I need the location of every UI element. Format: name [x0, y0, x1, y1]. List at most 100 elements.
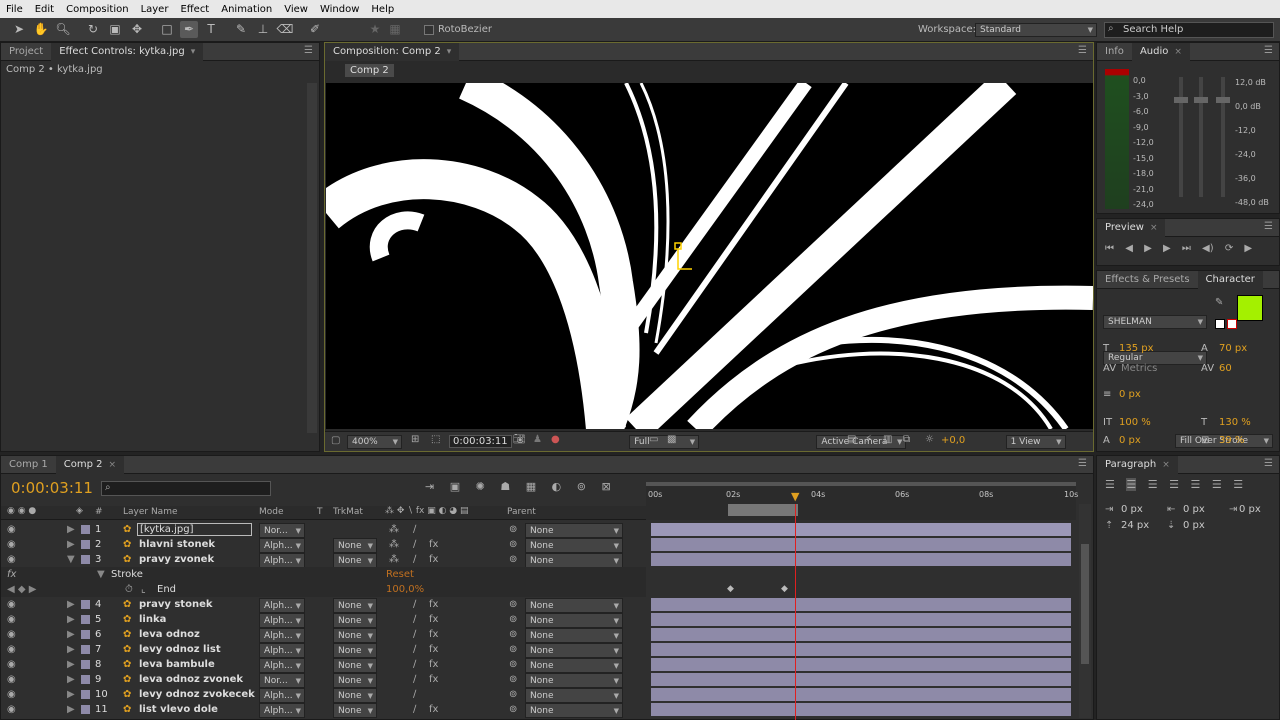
- fx-switch-icon[interactable]: fx: [429, 537, 438, 552]
- panel-menu-icon[interactable]: ☰: [1078, 458, 1087, 469]
- pen-tool-icon[interactable]: ✒: [180, 21, 198, 38]
- ram-preview-icon[interactable]: ▶: [1244, 243, 1252, 254]
- layer-duration-bar[interactable]: [651, 628, 1071, 641]
- justify-last-left-icon[interactable]: ☰: [1169, 478, 1179, 491]
- fx-switch-icon[interactable]: fx: [429, 612, 438, 627]
- kerning-value[interactable]: Metrics: [1121, 363, 1157, 374]
- tab-info[interactable]: Info: [1097, 43, 1132, 61]
- label-color-swatch[interactable]: [81, 600, 90, 609]
- time-navigator[interactable]: [646, 482, 1076, 486]
- track-matte-select[interactable]: None: [333, 613, 377, 629]
- fast-previews-icon[interactable]: ⚡: [865, 434, 872, 445]
- audio-slider-right[interactable]: [1194, 77, 1208, 197]
- layer-name[interactable]: pravy zvonek: [139, 552, 214, 567]
- panel-menu-icon[interactable]: ☰: [1078, 45, 1087, 56]
- vertical-scale-value[interactable]: 100 %: [1119, 417, 1151, 428]
- expand-icon[interactable]: ▶: [67, 522, 75, 537]
- indent-left-value[interactable]: 0 px: [1121, 504, 1143, 515]
- menu-layer[interactable]: Layer: [135, 4, 175, 15]
- tsume-value[interactable]: 39 %: [1219, 435, 1244, 446]
- keyframe-icon[interactable]: ◆: [727, 582, 734, 597]
- label-color-swatch[interactable]: [81, 690, 90, 699]
- layer-row[interactable]: ◉ ▶ 4 ✿ pravy stonek Alph... None ∕ fx ⊚…: [1, 597, 1071, 614]
- track-matte-select[interactable]: None: [333, 643, 377, 659]
- audio-slider-master[interactable]: [1216, 77, 1230, 197]
- layer-duration-bar[interactable]: [651, 643, 1071, 656]
- quality-switch-icon[interactable]: ∕: [413, 642, 416, 657]
- roto-brush-tool-icon[interactable]: ✐: [306, 21, 324, 38]
- expand-icon[interactable]: ▶: [67, 642, 75, 657]
- layer-duration-bar[interactable]: [651, 703, 1071, 716]
- tab-paragraph[interactable]: Paragraph ×: [1097, 455, 1178, 474]
- expand-icon[interactable]: ▶: [67, 657, 75, 672]
- comp-flowchart-icon[interactable]: ⧉: [903, 434, 910, 445]
- panel-menu-icon[interactable]: ☰: [1264, 221, 1273, 232]
- fill-color-swatch[interactable]: [1237, 295, 1263, 321]
- exposure-value[interactable]: +0,0: [941, 435, 965, 446]
- rotobezier-checkbox[interactable]: [424, 25, 434, 35]
- layer-name[interactable]: levy odnoz zvokecek: [139, 687, 255, 702]
- font-family-select[interactable]: SHELMAN: [1103, 315, 1207, 329]
- eye-icon[interactable]: ◉: [7, 642, 16, 657]
- menu-effect[interactable]: Effect: [174, 4, 215, 15]
- time-ruler[interactable]: 00s 02s 04s 06s 08s 10s ▼: [646, 482, 1078, 520]
- layer-name[interactable]: leva odnoz zvonek: [139, 672, 243, 687]
- layer-duration-bar[interactable]: [651, 553, 1071, 566]
- parent-pickwhip-icon[interactable]: ⊚: [509, 672, 517, 687]
- next-frame-icon[interactable]: ▶: [1163, 243, 1171, 254]
- timeline-scrollbar[interactable]: [1079, 504, 1091, 718]
- expand-icon[interactable]: ▶: [67, 597, 75, 612]
- view-layout-select[interactable]: 1 View: [1005, 435, 1066, 449]
- font-size-value[interactable]: 135 px: [1119, 343, 1154, 354]
- layer-search-input[interactable]: ⌕: [101, 481, 271, 496]
- blend-mode-select[interactable]: Alph...: [259, 628, 305, 644]
- align-center-icon[interactable]: ☰: [1126, 478, 1137, 491]
- motion-blur-icon[interactable]: ◐: [552, 480, 562, 493]
- keyframe-navigator-icon[interactable]: ◀ ◆ ▶: [7, 582, 36, 597]
- menu-edit[interactable]: Edit: [29, 4, 60, 15]
- layer-duration-bar[interactable]: [651, 613, 1071, 626]
- fx-switch-icon[interactable]: fx: [429, 552, 438, 567]
- label-color-swatch[interactable]: [81, 630, 90, 639]
- parent-select[interactable]: None: [525, 538, 623, 554]
- blend-mode-select[interactable]: Alph...: [259, 643, 305, 659]
- close-icon[interactable]: ×: [108, 460, 116, 470]
- track-matte-select[interactable]: None: [333, 553, 377, 569]
- clone-stamp-tool-icon[interactable]: ⊥: [254, 21, 272, 38]
- audio-slider-left[interactable]: [1174, 77, 1188, 197]
- quality-switch-icon[interactable]: ∕: [413, 672, 416, 687]
- track-matte-select[interactable]: None: [333, 538, 377, 554]
- layer-row[interactable]: ◉ ▶ 2 ✿ hlavni stonek Alph... None ⁂ ∕ f…: [1, 537, 1071, 554]
- pan-behind-tool-icon[interactable]: ✥: [128, 21, 146, 38]
- layer-name[interactable]: pravy stonek: [139, 597, 213, 612]
- fx-switch-icon[interactable]: fx: [429, 657, 438, 672]
- quality-switch-icon[interactable]: ∕: [413, 552, 416, 567]
- layer-name[interactable]: leva odnoz: [139, 627, 200, 642]
- shy-switch-icon[interactable]: ⁂: [389, 522, 399, 537]
- close-icon[interactable]: ×: [1162, 460, 1170, 470]
- blend-mode-select[interactable]: Nor...: [259, 523, 305, 539]
- keyframe-icon[interactable]: ◆: [781, 582, 788, 597]
- parent-select[interactable]: None: [525, 643, 623, 659]
- parent-select[interactable]: None: [525, 658, 623, 674]
- layer-name[interactable]: levy odnoz list: [139, 642, 221, 657]
- align-left-icon[interactable]: ☰: [1105, 478, 1115, 491]
- parent-select[interactable]: None: [525, 688, 623, 704]
- layer-name[interactable]: leva bambule: [139, 657, 215, 672]
- fx-switch-icon[interactable]: fx: [429, 672, 438, 687]
- brainstorm-icon[interactable]: ⊠: [601, 480, 610, 493]
- shy-switch-icon[interactable]: ⁂: [389, 537, 399, 552]
- resolution-select[interactable]: Full: [629, 435, 700, 449]
- label-color-swatch[interactable]: [81, 645, 90, 654]
- playhead-handle-icon[interactable]: ▼: [791, 490, 799, 503]
- always-preview-icon[interactable]: ▢: [331, 435, 340, 446]
- horizontal-scale-value[interactable]: 130 %: [1219, 417, 1251, 428]
- expand-icon[interactable]: ▶: [67, 672, 75, 687]
- layer-name-input[interactable]: [kytka.jpg]: [137, 523, 252, 536]
- label-color-swatch[interactable]: [81, 660, 90, 669]
- layer-name[interactable]: list vlevo dole: [139, 702, 218, 717]
- menu-composition[interactable]: Composition: [60, 4, 134, 15]
- loop-icon[interactable]: ⟳: [1225, 243, 1233, 254]
- eye-icon[interactable]: ◉: [7, 687, 16, 702]
- layer-duration-bar[interactable]: [651, 523, 1071, 536]
